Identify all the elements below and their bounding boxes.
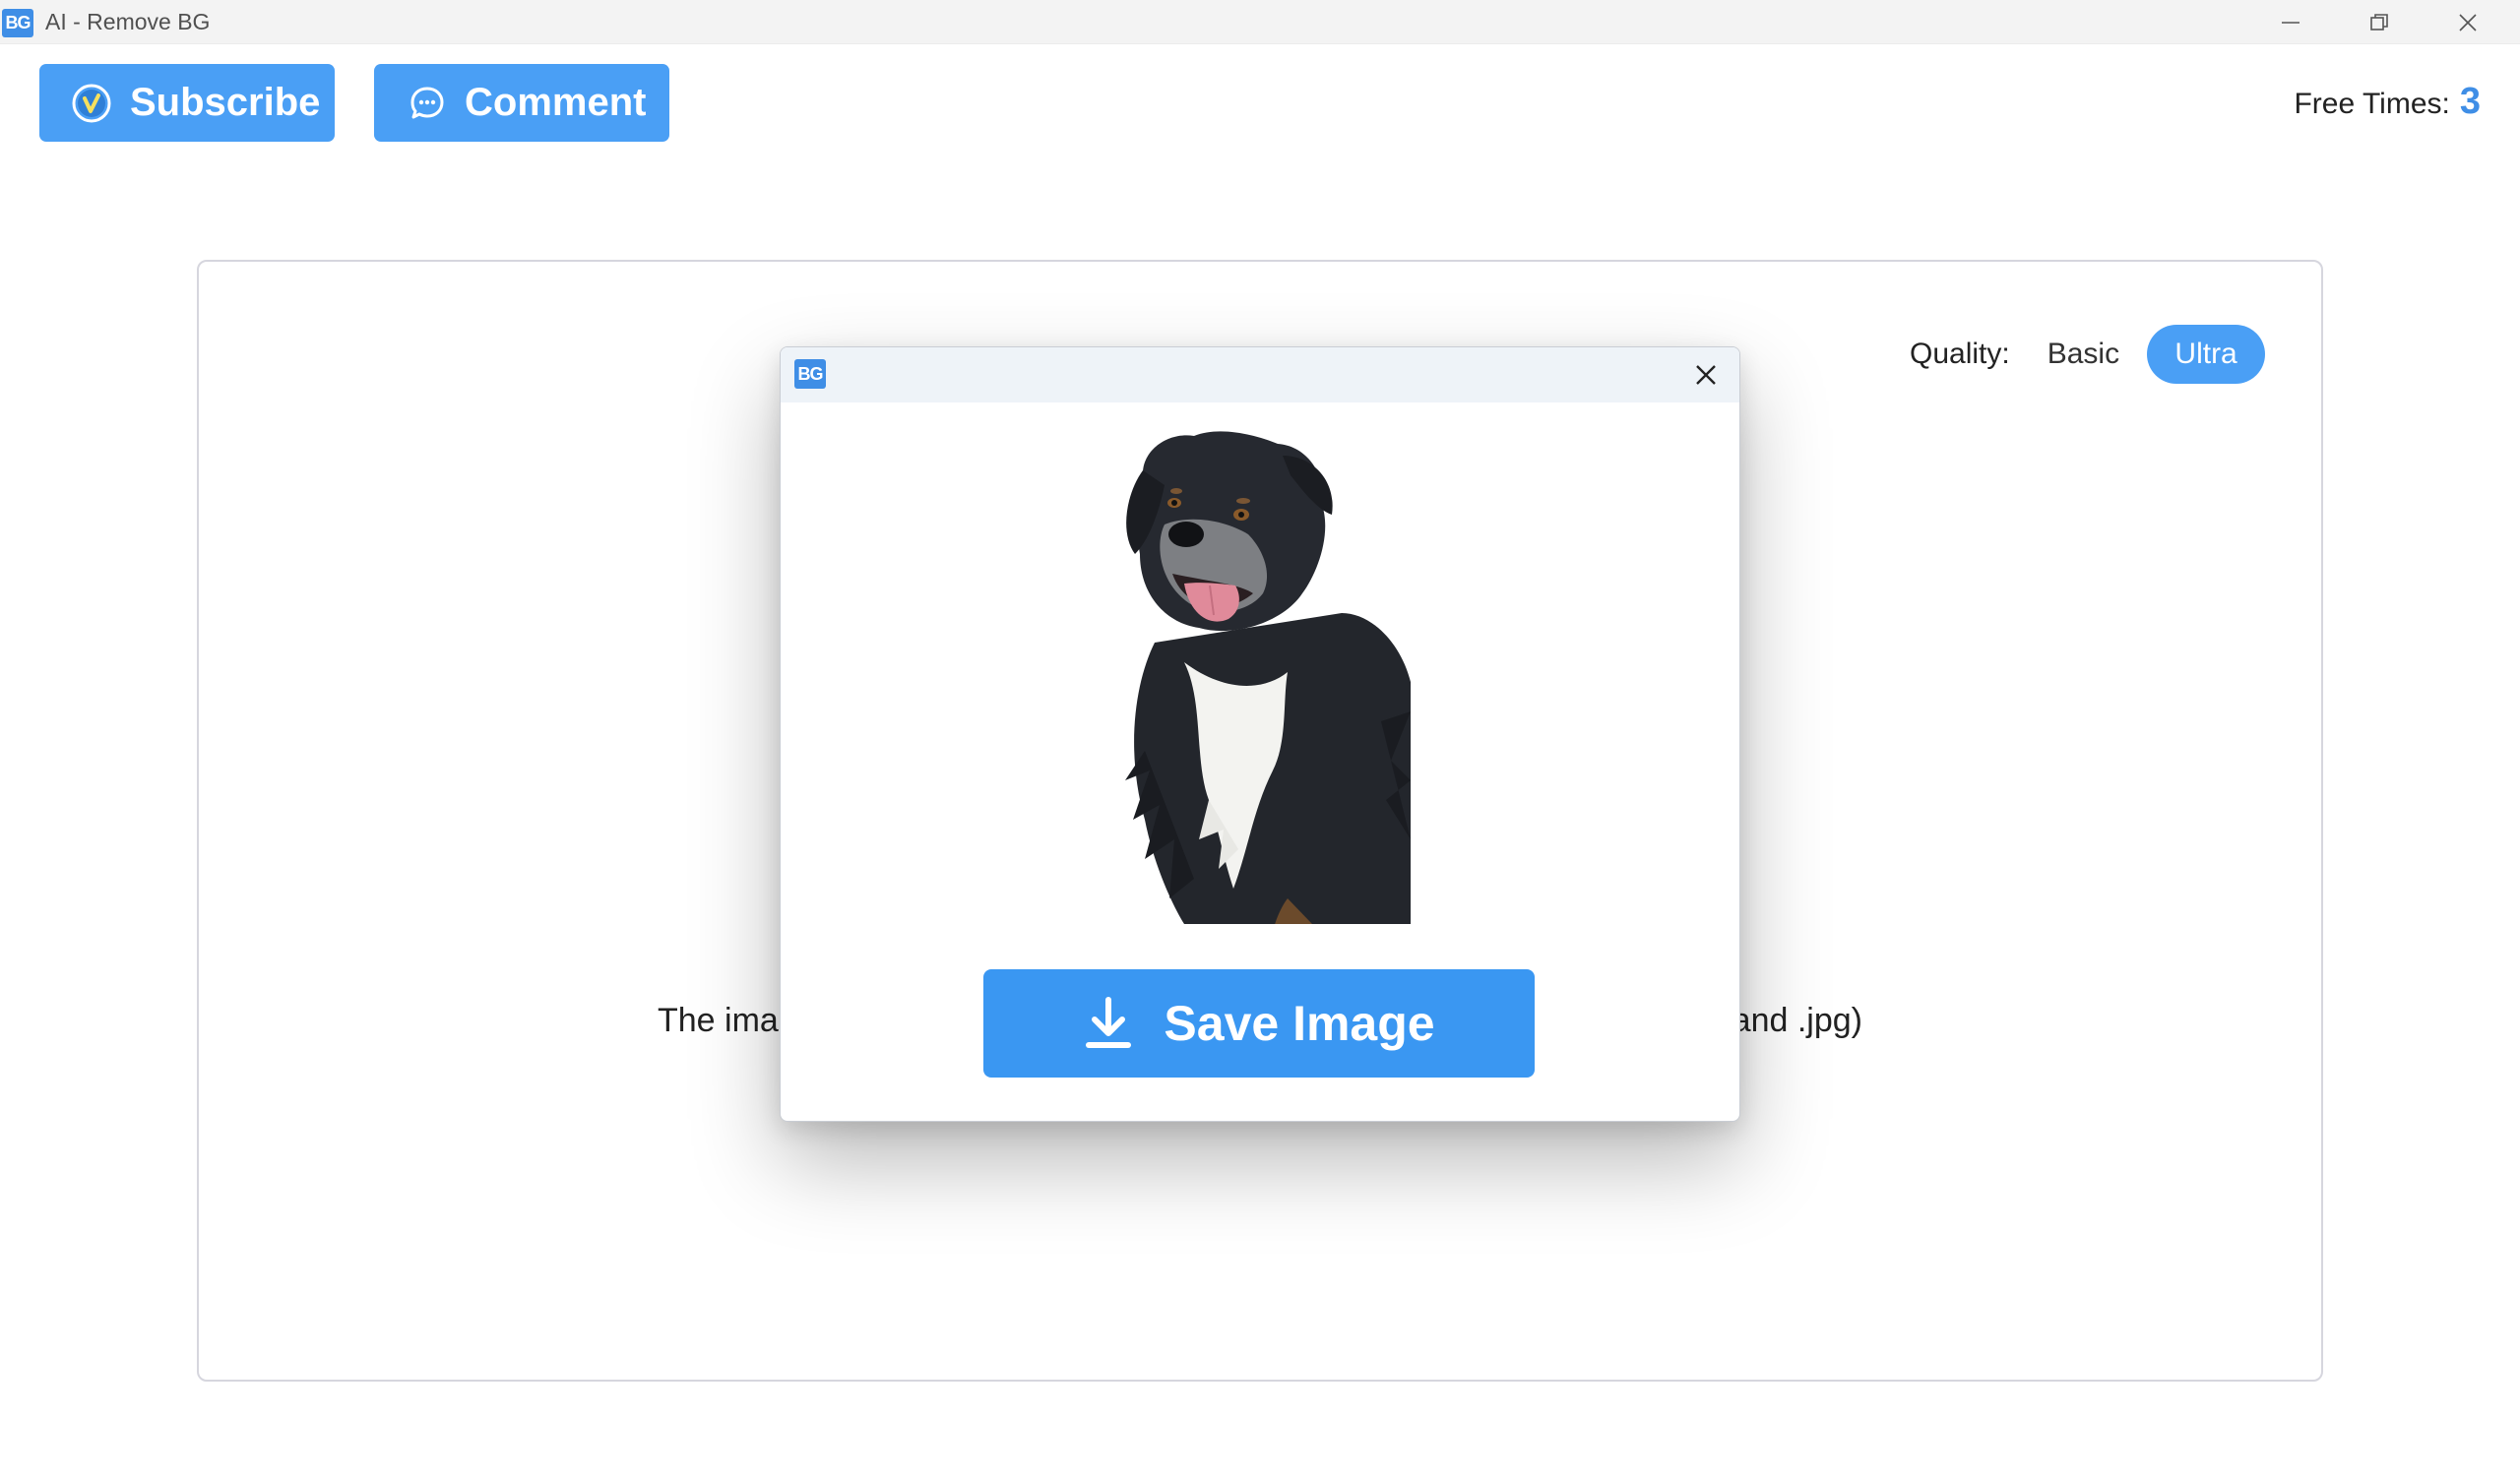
subscribe-button[interactable]: Subscribe [39,64,335,142]
save-image-button[interactable]: Save Image [983,969,1535,1078]
window-titlebar: BG AI - Remove BG [0,0,2520,44]
drop-hint-right: and .jpg) [1732,1002,1862,1039]
comment-label: Comment [465,81,647,124]
close-icon [1696,365,1716,385]
close-window-button[interactable] [2424,0,2512,44]
dialog-close-button[interactable] [1690,359,1722,391]
check-circle-icon [72,84,111,122]
close-icon [2459,13,2477,31]
chat-bubble-icon [410,87,444,118]
app-logo: BG [2,9,33,37]
free-times-label: Free Times: [2294,88,2450,120]
minimize-icon [2282,21,2300,24]
restore-button[interactable] [2335,0,2424,44]
quality-option-basic[interactable]: Basic [2048,338,2119,371]
quality-selector: Quality: Basic Ultra [1910,325,2266,384]
dialog-titlebar: BG [781,347,1739,402]
drop-hint-left: The ima [658,1002,779,1039]
comment-button[interactable]: Comment [374,64,669,142]
subscribe-label: Subscribe [130,81,321,124]
quality-option-ultra[interactable]: Ultra [2147,325,2266,384]
download-icon [1086,997,1132,1048]
window-title: AI - Remove BG [45,9,211,34]
restore-icon [2370,13,2388,31]
quality-label: Quality: [1910,338,2010,370]
dog-cutout-image [1125,431,1411,924]
save-image-label: Save Image [1164,996,1435,1051]
result-dialog: BG Save Image [780,346,1740,1122]
dialog-logo: BG [794,359,826,389]
minimize-button[interactable] [2246,0,2335,44]
free-times-indicator: Free Times: 3 [2294,81,2481,123]
free-times-count: 3 [2459,81,2481,122]
